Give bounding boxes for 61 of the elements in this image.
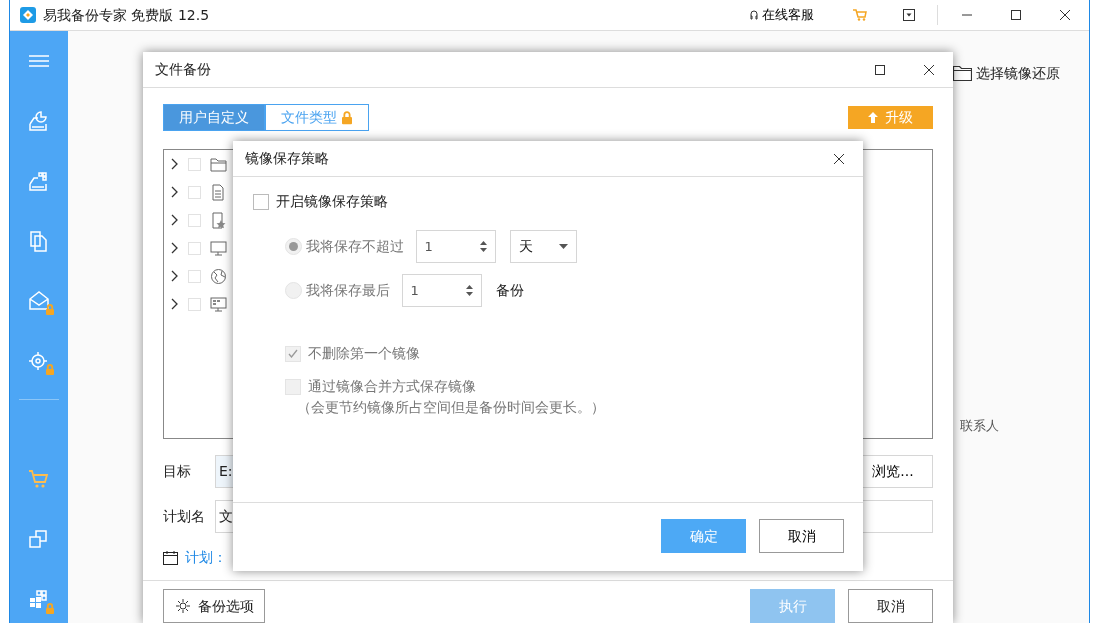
dialog-title: 文件备份 [155,60,212,79]
checkbox[interactable] [188,269,201,283]
menu-icon [29,54,49,68]
chevron-right-icon[interactable] [171,242,179,254]
cancel-button[interactable]: 取消 [848,589,933,623]
check-icon [288,349,298,358]
chevron-right-icon[interactable] [171,270,179,282]
open-envelope-icon [28,290,50,312]
unit-text: 备份 [495,281,524,300]
files-icon [28,230,50,252]
caret-down-icon [558,244,568,249]
checkbox[interactable] [188,157,201,171]
cart-icon [852,9,867,21]
support-button[interactable]: 在线客服 [748,0,814,30]
contacts-text: 联系人 [960,417,999,435]
close-icon [922,63,935,76]
app-logo-icon [20,7,36,23]
field-label: 目标 [163,462,192,481]
chevron-right-icon[interactable] [171,214,179,226]
app-title: 易我备份专家 免费版 12.5 [43,5,210,25]
monitor-icon [210,239,227,257]
globe-icon [210,267,227,285]
restore-image-link[interactable]: 选择镜像还原 [953,63,1060,84]
tiles-icon [28,589,50,611]
checkbox-label: 通过镜像合并方式保存镜像 [308,377,476,396]
checkbox[interactable] [188,297,201,311]
disk-grid-icon [28,170,50,192]
close-icon [832,152,845,165]
folder-icon [210,155,227,173]
checkbox[interactable] [188,213,201,227]
arrow-up-icon [868,112,878,123]
backup-options-button[interactable]: 备份选项 [163,589,265,623]
field-label: 计划名 [163,507,206,526]
schedule-link[interactable]: 计划： [185,547,227,568]
spin-arrows-icon [465,285,473,296]
note-text: （会更节约镜像所占空间但是备份时间会更长。） [297,398,606,417]
checkbox[interactable] [188,241,201,255]
checkbox-label: 开启镜像保存策略 [276,192,388,211]
overlapping-squares-icon [28,529,50,551]
document-icon [210,183,227,201]
cancel-button[interactable]: 取消 [759,519,844,553]
radio-label: 我将保存不超过 [305,237,404,256]
chevron-right-icon[interactable] [171,186,179,198]
dropdown-icon [902,9,915,21]
checkbox[interactable] [253,193,269,210]
crosshair-icon [28,350,50,372]
radio-label: 我将保存最后 [305,281,390,300]
spin-arrows-icon [479,241,487,252]
close-icon [1058,9,1071,21]
star-page-icon [210,211,227,229]
checkbox-label: 不删除第一个镜像 [308,344,420,363]
chevron-right-icon[interactable] [171,158,179,170]
desktop-icon [210,295,227,313]
headset-icon [748,9,759,21]
dialog-title: 镜像保存策略 [245,149,330,168]
maximize-icon [1009,9,1022,21]
disk-chart-icon [28,110,50,132]
checkbox[interactable] [188,185,201,199]
maximize-icon [873,63,886,76]
calendar-icon [163,550,178,565]
chevron-right-icon[interactable] [171,298,179,310]
